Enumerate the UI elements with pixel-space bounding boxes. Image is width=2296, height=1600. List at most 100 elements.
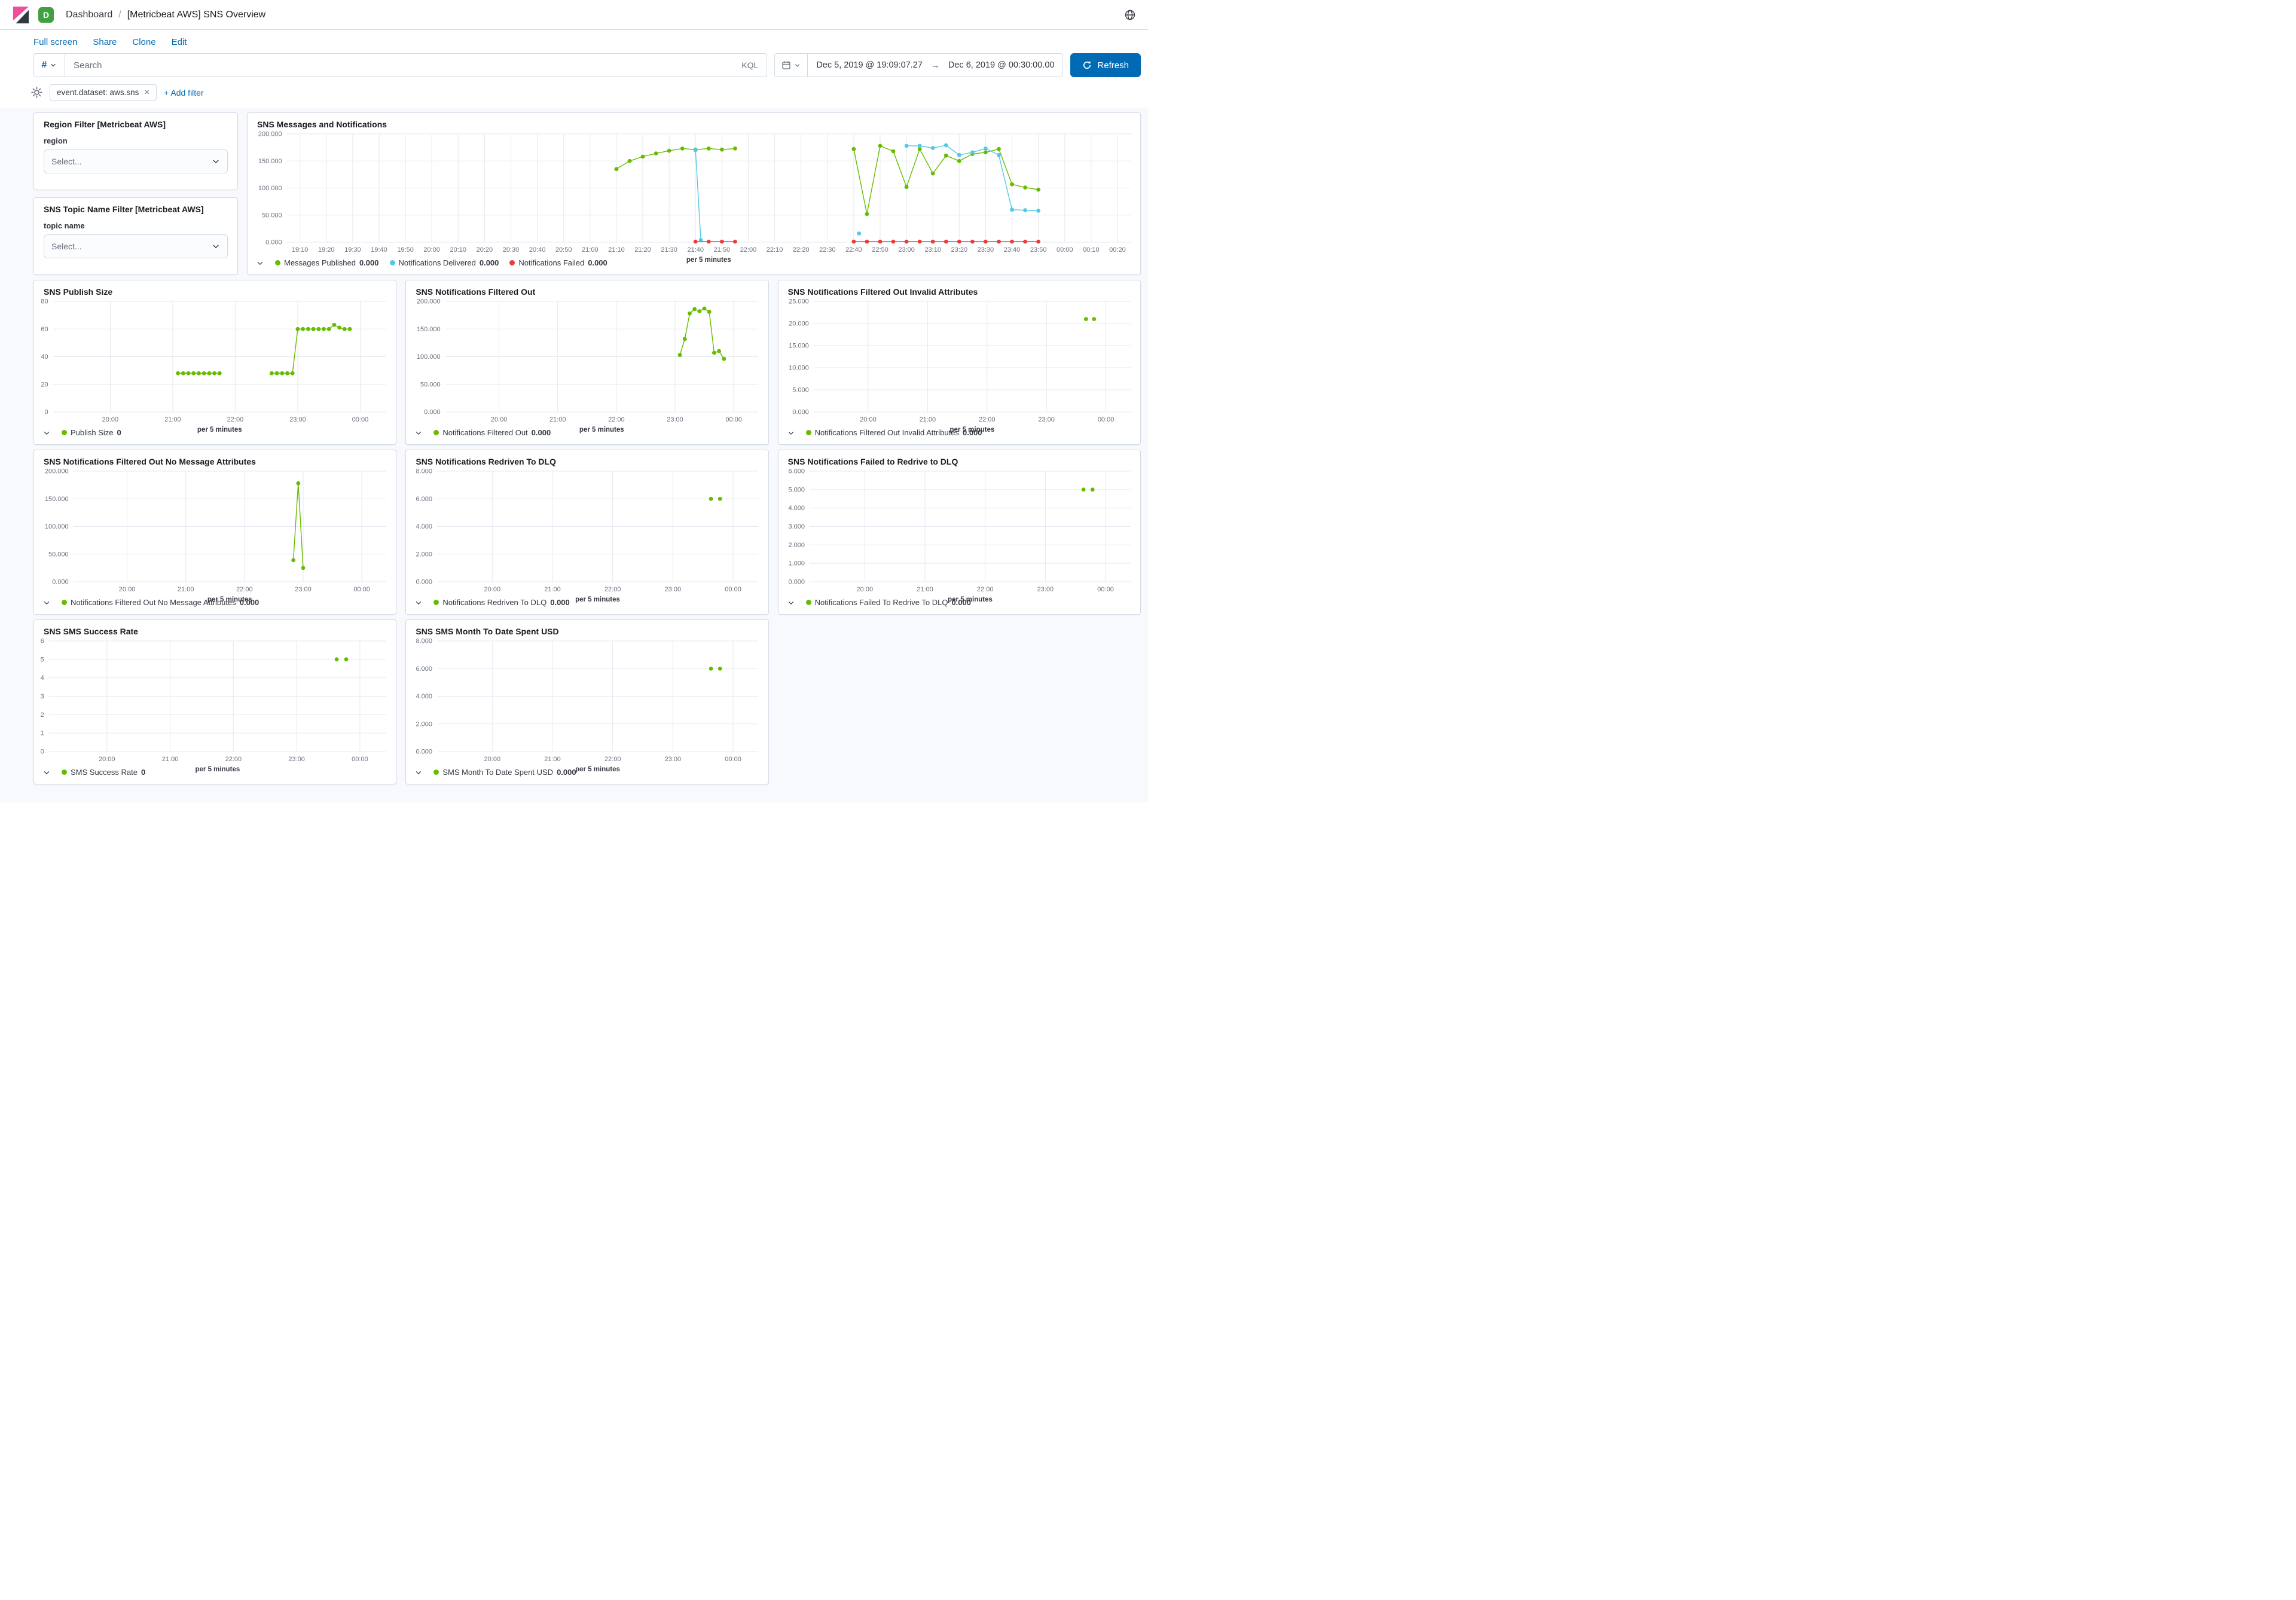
- legend-item[interactable]: Notifications Filtered Out0.000: [433, 428, 551, 437]
- chart-canvas[interactable]: 20:0021:0022:0023:0000:00020406080per 5 …: [34, 297, 396, 435]
- filter-options-button[interactable]: [31, 87, 42, 98]
- chart-canvas[interactable]: 20:0021:0022:0023:0000:000.0005.00010.00…: [778, 297, 1140, 435]
- kql-label[interactable]: KQL: [733, 60, 767, 70]
- svg-text:60: 60: [41, 326, 48, 333]
- svg-text:20:10: 20:10: [450, 246, 467, 254]
- region-select-placeholder: Select...: [51, 157, 82, 166]
- legend-collapse-icon[interactable]: [414, 768, 423, 777]
- chevron-down-icon: [212, 242, 220, 251]
- calendar-button[interactable]: [775, 54, 808, 77]
- svg-text:20:00: 20:00: [856, 586, 873, 593]
- region-select[interactable]: Select...: [44, 149, 228, 173]
- legend-collapse-icon[interactable]: [787, 429, 795, 437]
- legend-item[interactable]: Notifications Failed0.000: [509, 258, 607, 267]
- saved-query-button[interactable]: #: [33, 53, 65, 77]
- legend-collapse-icon[interactable]: [414, 599, 423, 607]
- chart-canvas[interactable]: 20:0021:0022:0023:0000:000.0002.0004.000…: [406, 466, 768, 604]
- help-icon[interactable]: [1124, 9, 1136, 21]
- hash-icon: #: [42, 60, 47, 71]
- svg-text:00:00: 00:00: [725, 586, 742, 593]
- svg-text:4: 4: [41, 674, 44, 682]
- svg-text:20.000: 20.000: [789, 320, 809, 328]
- refresh-button[interactable]: Refresh: [1070, 53, 1141, 77]
- date-range-end[interactable]: Dec 6, 2019 @ 00:30:00.00: [940, 60, 1063, 70]
- chart-canvas[interactable]: 20:0021:0022:0023:0000:000.00050.000100.…: [406, 297, 768, 435]
- search-box: KQL: [65, 53, 767, 77]
- panel-title: SNS Topic Name Filter [Metricbeat AWS]: [34, 198, 237, 214]
- sms-month-spent-chart: 20:0021:0022:0023:0000:000.0002.0004.000…: [406, 636, 768, 765]
- svg-text:00:20: 00:20: [1109, 246, 1126, 254]
- legend-collapse-icon[interactable]: [42, 599, 51, 607]
- svg-text:0.000: 0.000: [424, 409, 441, 416]
- svg-text:23:00: 23:00: [665, 586, 682, 593]
- sms-success-rate-chart: 20:0021:0022:0023:0000:000123456per 5 mi…: [34, 636, 396, 765]
- legend-item[interactable]: Messages Published0.000: [275, 258, 379, 267]
- filter-remove-icon[interactable]: ×: [144, 88, 149, 97]
- svg-text:2.000: 2.000: [416, 551, 433, 558]
- svg-text:6: 6: [41, 638, 44, 645]
- breadcrumb-dashboard[interactable]: Dashboard: [66, 10, 112, 20]
- svg-text:40: 40: [41, 353, 48, 361]
- svg-text:0: 0: [41, 749, 44, 756]
- chart-canvas[interactable]: 20:0021:0022:0023:0000:000.0001.0002.000…: [778, 466, 1140, 604]
- search-input[interactable]: [65, 60, 733, 71]
- full-screen-link[interactable]: Full screen: [33, 37, 77, 47]
- svg-text:21:00: 21:00: [917, 586, 933, 593]
- svg-text:6.000: 6.000: [416, 665, 433, 673]
- legend-item[interactable]: Notifications Filtered Out No Message At…: [62, 598, 259, 607]
- svg-text:100.000: 100.000: [417, 353, 441, 361]
- svg-text:20:00: 20:00: [102, 416, 119, 423]
- svg-text:20:40: 20:40: [529, 246, 546, 254]
- svg-text:5.000: 5.000: [792, 387, 809, 394]
- share-link[interactable]: Share: [93, 37, 117, 47]
- date-range-start[interactable]: Dec 5, 2019 @ 19:09:07.27: [808, 60, 931, 70]
- panel-filtered-out-invalid: SNS Notifications Filtered Out Invalid A…: [778, 280, 1141, 445]
- legend-collapse-icon[interactable]: [787, 599, 795, 607]
- svg-text:0.000: 0.000: [792, 409, 809, 416]
- chart-canvas[interactable]: 19:1019:2019:3019:4019:5020:0020:1020:20…: [248, 129, 1140, 265]
- legend-item[interactable]: Notifications Redriven To DLQ0.000: [433, 598, 569, 607]
- svg-text:4.000: 4.000: [416, 523, 433, 530]
- legend-item[interactable]: Publish Size0: [62, 428, 121, 437]
- legend-item[interactable]: Notifications Filtered Out Invalid Attri…: [806, 428, 982, 437]
- filtered-out-invalid-chart: 20:0021:0022:0023:0000:000.0005.00010.00…: [778, 297, 1140, 426]
- legend-item[interactable]: Notifications Delivered0.000: [390, 258, 499, 267]
- svg-text:5: 5: [41, 656, 44, 663]
- legend-series-dot: [62, 770, 67, 775]
- legend-item[interactable]: Notifications Failed To Redrive To DLQ0.…: [806, 598, 971, 607]
- svg-text:23:10: 23:10: [924, 246, 941, 254]
- panel-sms-month-spent: SNS SMS Month To Date Spent USD 20:0021:…: [405, 619, 768, 784]
- svg-text:19:20: 19:20: [318, 246, 335, 254]
- chart-legend: Messages Published0.000 Notifications Del…: [248, 256, 1140, 274]
- svg-text:150.000: 150.000: [258, 158, 282, 165]
- page-title: [Metricbeat AWS] SNS Overview: [127, 10, 265, 20]
- legend-collapse-icon[interactable]: [42, 429, 51, 437]
- panel-title: SNS Messages and Notifications: [248, 113, 1140, 129]
- clone-link[interactable]: Clone: [132, 37, 155, 47]
- kibana-logo[interactable]: [12, 6, 30, 24]
- svg-text:22:00: 22:00: [225, 756, 242, 763]
- failed-redrive-dlq-chart: 20:0021:0022:0023:0000:000.0001.0002.000…: [778, 466, 1140, 596]
- legend-collapse-icon[interactable]: [414, 429, 423, 437]
- svg-text:200.000: 200.000: [258, 131, 282, 138]
- chevron-down-icon: [50, 62, 57, 69]
- sns-messages-chart: 19:1019:2019:3019:4019:5020:0020:1020:20…: [248, 129, 1140, 256]
- legend-collapse-icon[interactable]: [42, 768, 51, 777]
- svg-text:20:00: 20:00: [860, 416, 877, 423]
- legend-item[interactable]: SMS Month To Date Spent USD0.000: [433, 768, 576, 777]
- chart-canvas[interactable]: 20:0021:0022:0023:0000:000.0002.0004.000…: [406, 636, 768, 774]
- svg-text:20:00: 20:00: [423, 246, 440, 254]
- chart-canvas[interactable]: 20:0021:0022:0023:0000:000123456per 5 mi…: [34, 636, 396, 774]
- svg-text:3: 3: [41, 693, 44, 700]
- topic-select[interactable]: Select...: [44, 234, 228, 258]
- add-filter-link[interactable]: + Add filter: [164, 88, 204, 97]
- edit-link[interactable]: Edit: [172, 37, 187, 47]
- svg-text:20:50: 20:50: [555, 246, 572, 254]
- publish-size-chart: 20:0021:0022:0023:0000:00020406080per 5 …: [34, 297, 396, 426]
- chart-canvas[interactable]: 20:0021:0022:0023:0000:000.00050.000100.…: [34, 466, 396, 604]
- filter-pill[interactable]: event.dataset: aws.sns ×: [50, 84, 157, 100]
- legend-label: Notifications Filtered Out No Message At…: [71, 598, 236, 607]
- legend-collapse-icon[interactable]: [256, 259, 264, 267]
- legend-item[interactable]: SMS Success Rate0: [62, 768, 145, 777]
- space-avatar[interactable]: D: [38, 7, 54, 23]
